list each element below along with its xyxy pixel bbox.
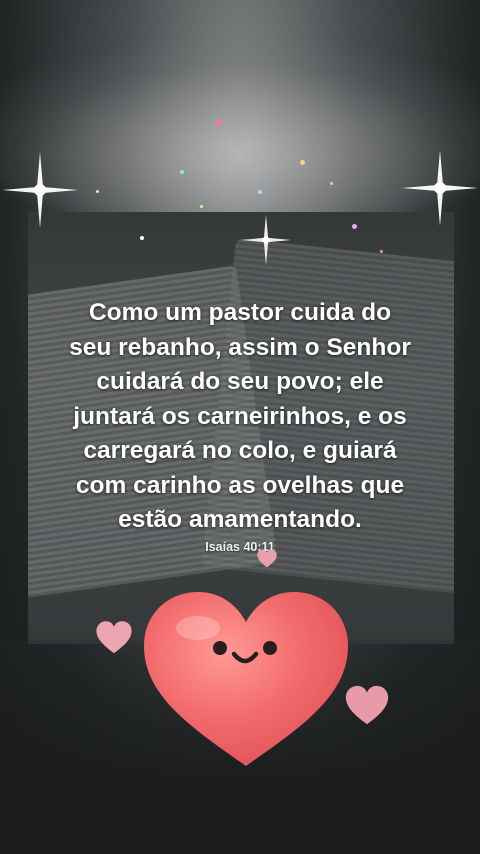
quote-line: carregará no colo, e guiará xyxy=(83,437,397,464)
sparkle-icon xyxy=(240,214,292,266)
quote-line: juntará os carneirinhos, e os xyxy=(73,402,407,430)
confetti-dot xyxy=(140,236,144,240)
confetti-dot xyxy=(258,190,262,194)
verse-reference: Isaías 40:11 xyxy=(205,540,275,554)
quote-line: com carinho as ovelhas que xyxy=(75,471,405,499)
sparkle-icon xyxy=(402,150,478,226)
background-scene: Como um pastor cuida do seu rebanho, ass… xyxy=(0,0,480,854)
quote-line: Como um pastor cuida do xyxy=(88,299,392,326)
confetti-dot xyxy=(330,182,333,185)
confetti-dot xyxy=(380,250,383,253)
small-heart-icon xyxy=(96,621,132,654)
quote-line: seu rebanho, assim o Senhor xyxy=(69,333,411,361)
confetti-dot xyxy=(96,190,99,193)
quote-line: cuidará do seu povo; ele xyxy=(96,368,384,395)
sparkle-icon xyxy=(2,152,78,228)
confetti-dot xyxy=(300,160,305,165)
confetti-dot xyxy=(352,224,357,229)
confetti-dot xyxy=(180,170,184,174)
small-heart-icon xyxy=(257,549,277,568)
confetti-dot xyxy=(216,120,222,126)
smiling-heart-icon xyxy=(144,592,348,766)
bible-quote: Como um pastor cuida do seu rebanho, ass… xyxy=(30,296,450,538)
confetti-dot xyxy=(200,205,203,208)
quote-line: estão amamentando. xyxy=(118,506,362,533)
